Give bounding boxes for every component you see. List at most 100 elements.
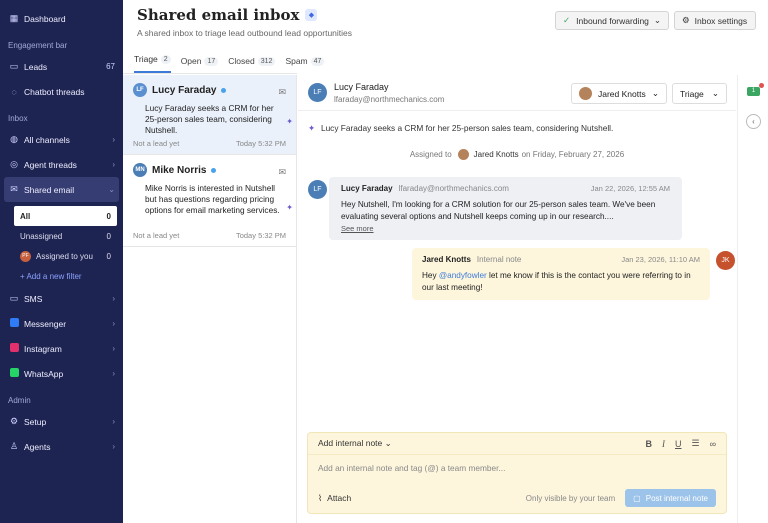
conversation-name: MN Mike Norris (133, 163, 286, 177)
instagram-icon (8, 343, 20, 354)
sidebar-item-label: All channels (24, 134, 70, 145)
avatar: LF (308, 180, 327, 199)
composer-mode-select[interactable]: Add internal note ⌄ (318, 438, 636, 449)
chevron-right-icon: › (112, 160, 115, 169)
avatar: JK (716, 251, 735, 270)
envelope-icon: ✉ (278, 167, 286, 177)
timestamp: Jan 23, 2026, 11:10 AM (621, 255, 700, 264)
sidebar-item-agents[interactable]: ♙ Agents › (0, 434, 123, 459)
sidebar-item-whatsapp[interactable]: WhatsApp › (0, 361, 123, 386)
inbound-forwarding-button[interactable]: ✓ Inbound forwarding ⌄ (555, 11, 669, 30)
composer-toolbar: Add internal note ⌄ B I U ☰ ∞ (308, 433, 726, 455)
sidebar-item-instagram[interactable]: Instagram › (0, 336, 123, 361)
avatar: LF (133, 83, 147, 97)
chevron-right-icon: › (112, 294, 115, 303)
timestamp: Today 5:32 PM (235, 139, 286, 148)
section-label-inbox: Inbox (8, 114, 28, 123)
conversation-list: LF Lucy Faraday ✉ Lucy Faraday seeks a C… (123, 75, 297, 523)
chat-icon: ◌ (11, 86, 17, 97)
ai-sparkle-icon: ✦ (286, 117, 293, 126)
sidebar-item-leads[interactable]: ▭ Leads 67 (0, 54, 123, 79)
unread-dot (211, 167, 217, 173)
link-icon[interactable]: ∞ (710, 439, 716, 449)
sidebar-item-dashboard[interactable]: ▦ Dashboard (0, 6, 123, 31)
attach-label: Attach (327, 492, 352, 503)
envelope-icon: ✉ (278, 87, 286, 97)
tab-spam[interactable]: Spam 47 (285, 56, 325, 73)
bookmark-icon[interactable]: ◆ (305, 9, 318, 21)
avatar (579, 87, 592, 100)
button-label: Inbound forwarding (576, 15, 649, 26)
contact-name: Mike Norris (152, 164, 207, 176)
gear-icon: ⚙ (682, 15, 690, 25)
tab-count: 2 (160, 54, 171, 64)
check-icon: ✓ (563, 15, 571, 25)
sidebar-item-label: WhatsApp (24, 368, 64, 379)
post-note-button[interactable]: ▢ Post internal note (625, 489, 716, 507)
leads-icon: ▭ (9, 61, 19, 71)
sidebar-item-sms[interactable]: ▭ SMS › (0, 286, 123, 311)
tab-closed[interactable]: Closed 312 (228, 56, 276, 73)
chevron-right-icon: › (112, 135, 115, 144)
whatsapp-icon (8, 368, 20, 379)
chevron-right-icon: › (112, 319, 115, 328)
sidebar-item-label: Setup (24, 416, 47, 427)
sidebar-item-label: Messenger (24, 318, 67, 329)
note-input[interactable]: Add an internal note and tag (@) a team … (308, 455, 726, 481)
bold-icon[interactable]: B (646, 439, 653, 449)
sidebar-item-setup[interactable]: ⚙ Setup › (0, 409, 123, 434)
inbox-settings-button[interactable]: ⚙ Inbox settings (674, 11, 756, 30)
attach-button[interactable]: ⌇ Attach (318, 493, 526, 504)
stage-select[interactable]: Triage ⌄ (672, 83, 727, 104)
timestamp: Today 5:32 PM (235, 231, 286, 240)
conversation-name: LF Lucy Faraday (133, 83, 286, 97)
note-body: Hey @andyfowler let me know if this is t… (422, 270, 700, 293)
avatar: PF (20, 250, 31, 262)
conversation-detail: LF Lucy Faraday lfaraday@northmechanics.… (298, 75, 736, 523)
filter-count: 0 (106, 231, 111, 241)
list-item[interactable]: MN Mike Norris ✉ Mike Norris is interest… (123, 155, 296, 247)
note-icon: ▢ (633, 493, 641, 503)
tab-open[interactable]: Open 17 (181, 56, 219, 73)
tab-label: Triage (134, 54, 158, 64)
sidebar-item-messenger[interactable]: Messenger › (0, 311, 123, 336)
filter-assigned-to-you[interactable]: PF Assigned to you 0 (14, 246, 117, 266)
filter-all[interactable]: All 0 (14, 206, 117, 226)
list-icon[interactable]: ☰ (692, 438, 700, 449)
sidebar-item-chatbot-threads[interactable]: ◌ Chatbot threads (0, 79, 123, 104)
sidebar: ▦ Dashboard Engagement bar ▭ Leads 67 ◌ … (0, 0, 123, 523)
messenger-icon (8, 318, 20, 329)
see-more-link[interactable]: See more (341, 224, 670, 233)
assignee-select[interactable]: Jared Knotts ⌄ (571, 83, 667, 104)
right-rail: 1 ‹ (737, 75, 768, 523)
sidebar-item-shared-email[interactable]: ✉ Shared email ⌄ (4, 177, 119, 202)
notification-badge[interactable]: 1 (747, 87, 760, 96)
sidebar-item-label: Leads (24, 61, 48, 72)
lead-status: Not a lead yet (133, 231, 180, 240)
paperclip-icon: ⌇ (318, 492, 323, 503)
unread-dot (221, 87, 227, 93)
italic-icon[interactable]: I (662, 439, 665, 449)
sidebar-item-all-channels[interactable]: ◍ All channels › (0, 127, 123, 152)
app-window: ▦ Dashboard Engagement bar ▭ Leads 67 ◌ … (0, 0, 768, 523)
chevron-down-icon: ⌄ (711, 88, 719, 98)
filter-unassigned[interactable]: Unassigned 0 (14, 226, 117, 246)
note-text: Hey (422, 271, 439, 280)
button-label: Inbox settings (694, 15, 748, 26)
list-item[interactable]: LF Lucy Faraday ✉ Lucy Faraday seeks a C… (123, 75, 296, 155)
tab-label: Open (180, 56, 202, 66)
contact-info: Lucy Faraday lfaraday@northmechanics.com (334, 82, 444, 104)
sms-icon: ▭ (9, 293, 19, 303)
add-filter-link[interactable]: + Add a new filter (14, 266, 117, 286)
sidebar-item-label: Chatbot threads (24, 86, 85, 97)
contact-header: LF Lucy Faraday lfaraday@northmechanics.… (298, 75, 736, 111)
email-icon: ✉ (10, 184, 18, 194)
sidebar-item-agent-threads[interactable]: ◎ Agent threads › (0, 152, 123, 177)
tab-triage[interactable]: Triage 2 (134, 54, 171, 73)
mention-link[interactable]: @andyfowler (439, 271, 487, 280)
chevron-right-icon: › (112, 442, 115, 451)
timestamp: Jan 22, 2026, 12:55 AM (590, 184, 670, 193)
collapse-panel-icon[interactable]: ‹ (746, 114, 761, 129)
underline-icon[interactable]: U (675, 439, 682, 449)
email-message: Lucy Faraday lfaraday@northmechanics.com… (329, 177, 682, 240)
